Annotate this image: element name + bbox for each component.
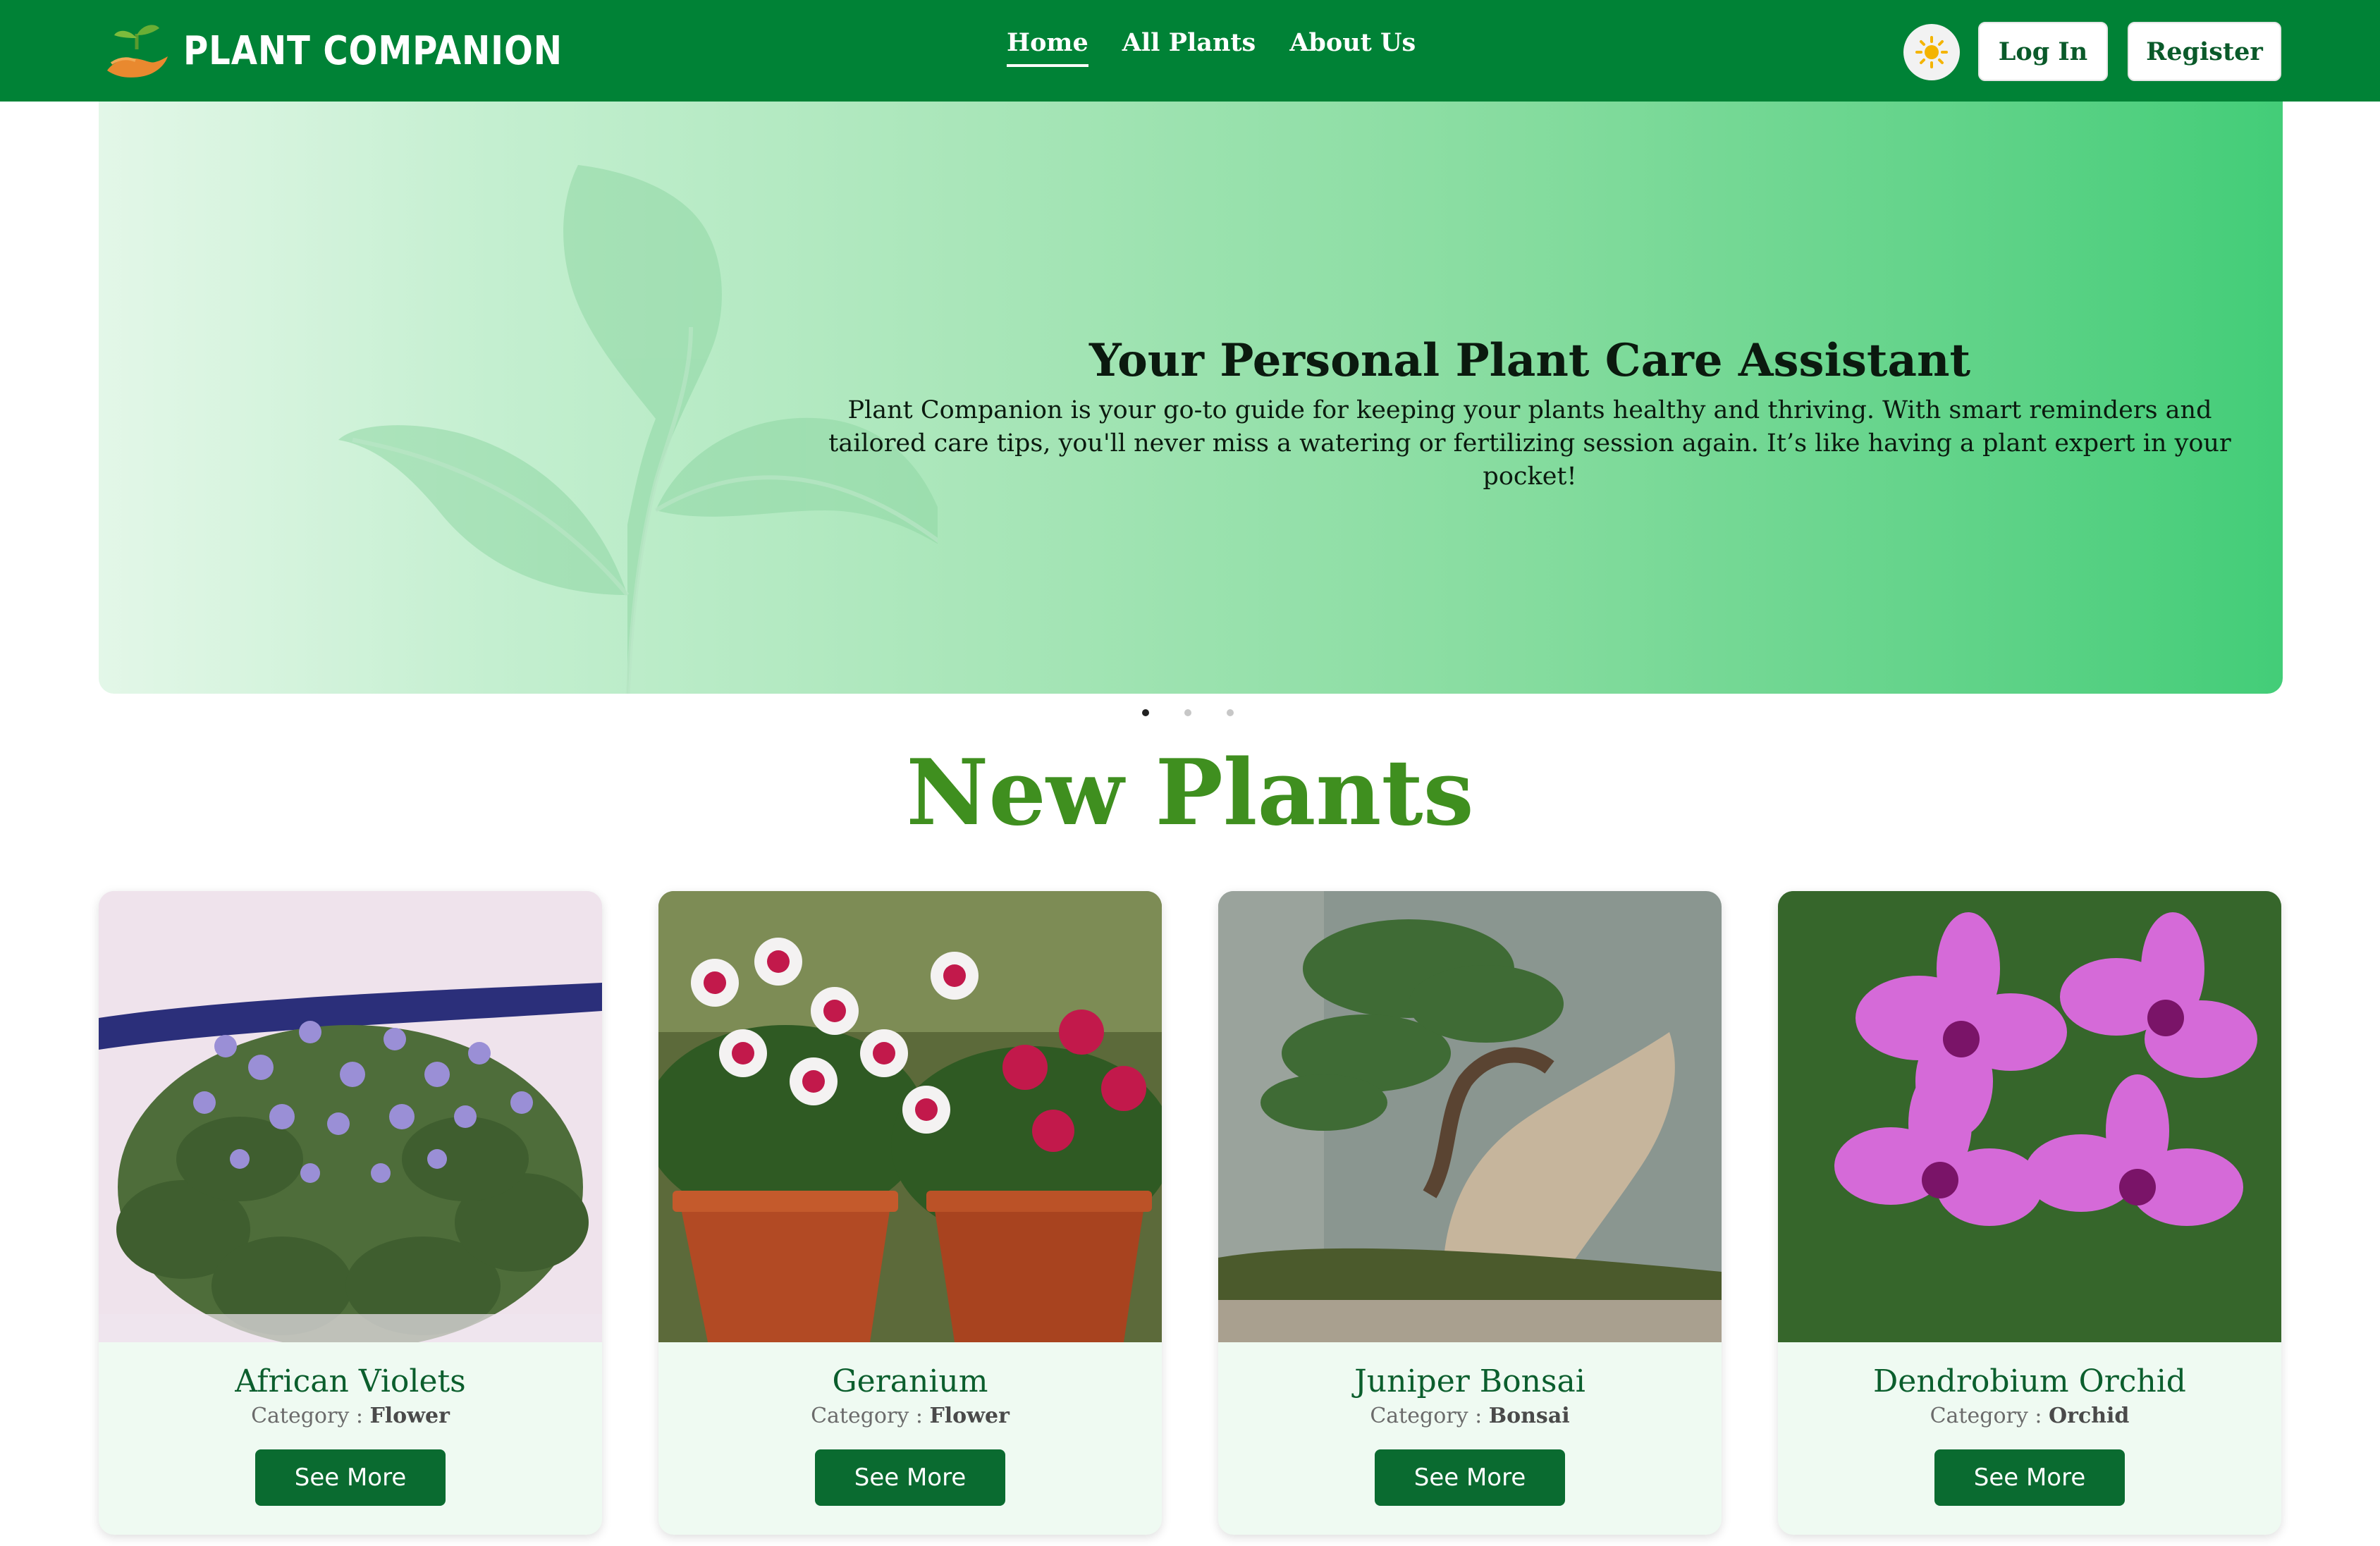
main-nav: Home All Plants About Us — [1007, 28, 1416, 67]
plant-card-body: Geranium Category : Flower See More — [658, 1342, 1162, 1506]
register-button[interactable]: Register — [2128, 22, 2281, 81]
nav-link-home[interactable]: Home — [1007, 28, 1088, 67]
plant-category: Category : Orchid — [1778, 1404, 2281, 1428]
category-value: Orchid — [2049, 1404, 2130, 1428]
theme-toggle-button[interactable] — [1903, 24, 1960, 80]
plant-card: Geranium Category : Flower See More — [658, 891, 1162, 1535]
plant-card-body: African Violets Category : Flower See Mo… — [99, 1342, 602, 1506]
geranium-image — [658, 891, 1162, 1342]
sun-icon — [1915, 36, 1948, 68]
plant-card-body: Dendrobium Orchid Category : Orchid See … — [1778, 1342, 2281, 1506]
plant-in-hand-logo-icon — [107, 25, 168, 78]
carousel-dot-2[interactable] — [1184, 709, 1191, 716]
see-more-button[interactable]: See More — [255, 1449, 446, 1506]
category-label: Category : — [1930, 1404, 2042, 1428]
brand-name: PLANT COMPANION — [183, 27, 563, 74]
category-label: Category : — [811, 1404, 923, 1428]
category-label: Category : — [1370, 1404, 1483, 1428]
plant-category: Category : Flower — [99, 1404, 602, 1428]
plant-category: Category : Bonsai — [1218, 1404, 1722, 1428]
top-navbar: PLANT COMPANION Home All Plants About Us… — [0, 0, 2380, 102]
category-label: Category : — [251, 1404, 363, 1428]
plant-name: African Violets — [235, 1363, 466, 1399]
plant-card: Juniper Bonsai Category : Bonsai See Mor… — [1218, 891, 1722, 1535]
plant-card: African Violets Category : Flower See Mo… — [99, 891, 602, 1535]
carousel-dot-3[interactable] — [1227, 709, 1234, 716]
plant-name: Dendrobium Orchid — [1873, 1363, 2186, 1399]
dendrobium-orchid-image — [1778, 891, 2281, 1342]
brand[interactable]: PLANT COMPANION — [104, 17, 624, 85]
african-violets-image — [99, 891, 602, 1342]
hero-description: Plant Companion is your go-to guide for … — [828, 396, 2231, 491]
login-button[interactable]: Log In — [1978, 22, 2108, 81]
category-value: Bonsai — [1488, 1404, 1570, 1428]
plant-name: Geranium — [832, 1363, 988, 1399]
see-more-button[interactable]: See More — [1375, 1449, 1565, 1506]
plant-name: Juniper Bonsai — [1354, 1363, 1585, 1399]
category-value: Flower — [929, 1404, 1010, 1428]
juniper-bonsai-image — [1218, 891, 1722, 1342]
plant-category: Category : Flower — [658, 1404, 1162, 1428]
new-plants-title: New Plants — [906, 740, 1474, 846]
see-more-button[interactable]: See More — [1934, 1449, 2125, 1506]
nav-link-about-us[interactable]: About Us — [1289, 28, 1416, 67]
carousel-dot-1[interactable] — [1142, 709, 1149, 716]
plant-card-body: Juniper Bonsai Category : Bonsai See Mor… — [1218, 1342, 1722, 1506]
hero-text: Your Personal Plant Care Assistant Plant… — [825, 334, 2235, 493]
plant-card-list: African Violets Category : Flower See Mo… — [99, 891, 2283, 1535]
category-value: Flower — [369, 1404, 450, 1428]
carousel-indicators — [1142, 709, 1234, 716]
hero-carousel: Your Personal Plant Care Assistant Plant… — [99, 102, 2283, 694]
see-more-button[interactable]: See More — [815, 1449, 1005, 1506]
plant-card: Dendrobium Orchid Category : Orchid See … — [1778, 891, 2281, 1535]
hero-title: Your Personal Plant Care Assistant — [1088, 334, 1971, 387]
nav-link-all-plants[interactable]: All Plants — [1122, 28, 1256, 67]
